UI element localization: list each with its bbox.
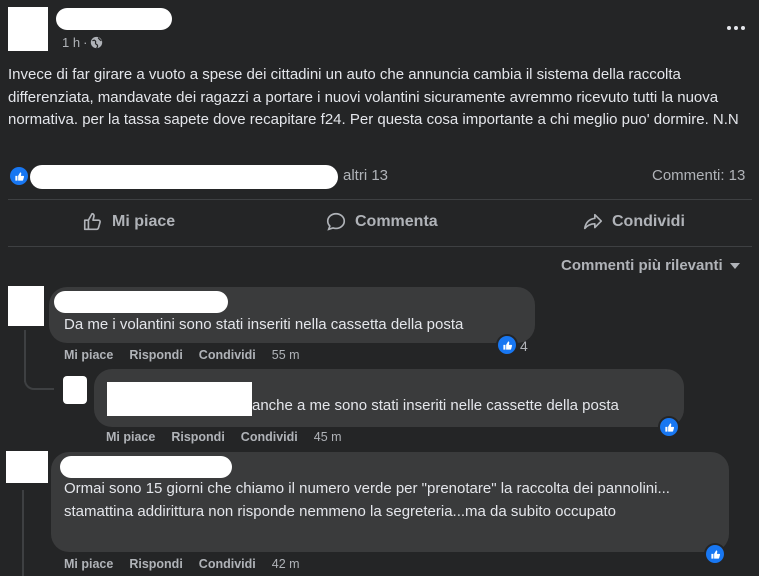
comment-share-button[interactable]: Condividi — [199, 348, 256, 362]
reactions-others[interactable]: altri 13 — [343, 167, 388, 184]
comment-actions: Mi piace Rispondi Condividi 55 m — [64, 348, 300, 362]
divider-bottom — [8, 246, 752, 247]
comment-like-button[interactable]: Mi piace — [64, 348, 113, 362]
thread-connector — [24, 370, 54, 390]
comment-text: anche a me sono stati inseriti nelle cas… — [252, 397, 619, 414]
comment-time[interactable]: 55 m — [272, 348, 300, 362]
reply-avatar[interactable] — [63, 376, 87, 404]
comment-text: Ormai sono 15 giorni che chiamo il numer… — [64, 480, 670, 520]
share-arrow-icon — [583, 213, 603, 230]
comment-author-redacted[interactable] — [60, 456, 232, 478]
thumbs-up-icon — [83, 212, 101, 231]
comment-time[interactable]: 42 m — [272, 557, 300, 571]
author-avatar[interactable] — [8, 7, 48, 51]
reply-author-redacted[interactable] — [107, 382, 252, 416]
comment-time[interactable]: 45 m — [314, 430, 342, 444]
comment-like-button[interactable]: Mi piace — [106, 430, 155, 444]
reactors-names-redacted[interactable] — [30, 165, 338, 189]
comment-reaction-count[interactable]: 4 — [520, 338, 528, 354]
comment-text: Da me i volantini sono stati inseriti ne… — [64, 316, 464, 333]
post-meta: 1 h · — [62, 35, 103, 50]
post-text: Invece di far girare a vuoto a spese dei… — [8, 66, 739, 128]
author-name-redacted[interactable] — [56, 8, 172, 30]
caret-down-icon — [729, 262, 740, 269]
comment-avatar[interactable] — [6, 451, 48, 483]
post-time[interactable]: 1 h — [62, 35, 80, 50]
comment-share-button[interactable]: Condividi — [241, 430, 298, 444]
like-reaction-icon[interactable] — [660, 418, 678, 436]
comment-reply-button[interactable]: Rispondi — [171, 430, 224, 444]
comment-button[interactable]: Commenta — [325, 210, 438, 234]
comment-share-button[interactable]: Condividi — [199, 557, 256, 571]
globe-icon — [91, 36, 103, 49]
comment-avatar[interactable] — [8, 286, 44, 326]
like-reaction-icon[interactable] — [498, 336, 516, 354]
thread-line — [22, 490, 24, 576]
comment-bubble-icon — [326, 212, 346, 231]
comments-count[interactable]: Commenti: 13 — [652, 167, 745, 184]
share-button[interactable]: Condividi — [582, 210, 685, 234]
more-horizontal-icon[interactable] — [727, 18, 749, 38]
comment-reply-button[interactable]: Rispondi — [129, 348, 182, 362]
comment-author-redacted[interactable] — [54, 291, 228, 313]
like-reaction-icon[interactable] — [10, 167, 28, 185]
divider-top — [8, 199, 752, 200]
comment-reply-button[interactable]: Rispondi — [129, 557, 182, 571]
like-reaction-icon[interactable] — [706, 545, 724, 563]
comment-like-button[interactable]: Mi piace — [64, 557, 113, 571]
comments-filter-dropdown[interactable]: Commenti più rilevanti — [561, 257, 740, 274]
comment-actions: Mi piace Rispondi Condividi 42 m — [64, 557, 300, 571]
like-button[interactable]: Mi piace — [82, 210, 175, 234]
comment-actions: Mi piace Rispondi Condividi 45 m — [106, 430, 342, 444]
